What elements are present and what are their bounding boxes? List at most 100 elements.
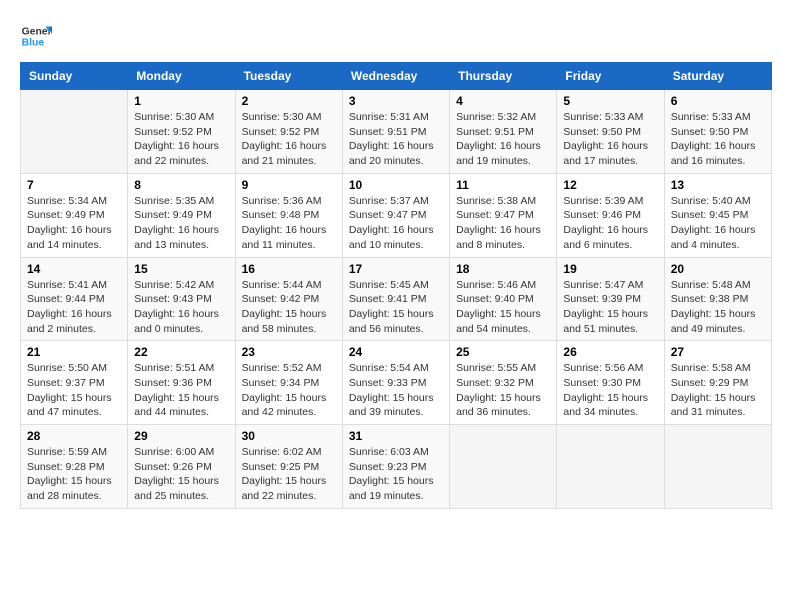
calendar-cell: 29 Sunrise: 6:00 AM Sunset: 9:26 PM Dayli…	[128, 425, 235, 509]
calendar-cell	[557, 425, 664, 509]
day-number: 28	[27, 429, 121, 443]
day-number: 4	[456, 94, 550, 108]
day-number: 12	[563, 178, 657, 192]
calendar-week-5: 28 Sunrise: 5:59 AM Sunset: 9:28 PM Dayli…	[21, 425, 772, 509]
calendar-cell	[450, 425, 557, 509]
day-info: Sunrise: 5:41 AM Sunset: 9:44 PM Dayligh…	[27, 278, 121, 337]
day-number: 1	[134, 94, 228, 108]
calendar-cell: 10 Sunrise: 5:37 AM Sunset: 9:47 PM Dayli…	[342, 173, 449, 257]
day-number: 30	[242, 429, 336, 443]
calendar-cell: 24 Sunrise: 5:54 AM Sunset: 9:33 PM Dayli…	[342, 341, 449, 425]
day-info: Sunrise: 5:56 AM Sunset: 9:30 PM Dayligh…	[563, 361, 657, 420]
day-number: 5	[563, 94, 657, 108]
day-number: 13	[671, 178, 765, 192]
calendar-week-4: 21Sunrise: 5:50 AM Sunset: 9:37 PM Dayli…	[21, 341, 772, 425]
calendar-cell: 23 Sunrise: 5:52 AM Sunset: 9:34 PM Dayli…	[235, 341, 342, 425]
day-info: Sunrise: 5:34 AM Sunset: 9:49 PM Dayligh…	[27, 194, 121, 253]
day-info: Sunrise: 5:35 AM Sunset: 9:49 PM Dayligh…	[134, 194, 228, 253]
day-info: Sunrise: 5:31 AM Sunset: 9:51 PM Dayligh…	[349, 110, 443, 169]
day-number: 3	[349, 94, 443, 108]
calendar-cell: 3 Sunrise: 5:31 AM Sunset: 9:51 PM Daylig…	[342, 90, 449, 174]
calendar-cell: 26Sunrise: 5:56 AM Sunset: 9:30 PM Dayli…	[557, 341, 664, 425]
calendar-cell: 15Sunrise: 5:42 AM Sunset: 9:43 PM Dayli…	[128, 257, 235, 341]
day-info: Sunrise: 5:32 AM Sunset: 9:51 PM Dayligh…	[456, 110, 550, 169]
day-number: 8	[134, 178, 228, 192]
calendar-week-1: 1 Sunrise: 5:30 AM Sunset: 9:52 PM Daylig…	[21, 90, 772, 174]
calendar-cell: 16 Sunrise: 5:44 AM Sunset: 9:42 PM Dayli…	[235, 257, 342, 341]
calendar-cell: 27Sunrise: 5:58 AM Sunset: 9:29 PM Dayli…	[664, 341, 771, 425]
calendar-cell	[21, 90, 128, 174]
calendar-cell: 2Sunrise: 5:30 AM Sunset: 9:52 PM Daylig…	[235, 90, 342, 174]
weekday-header-row: SundayMondayTuesdayWednesdayThursdayFrid…	[21, 63, 772, 90]
page-header: General Blue	[20, 20, 772, 52]
day-info: Sunrise: 6:02 AM Sunset: 9:25 PM Dayligh…	[242, 445, 336, 504]
calendar-cell: 5 Sunrise: 5:33 AM Sunset: 9:50 PM Daylig…	[557, 90, 664, 174]
day-info: Sunrise: 5:51 AM Sunset: 9:36 PM Dayligh…	[134, 361, 228, 420]
weekday-header-tuesday: Tuesday	[235, 63, 342, 90]
day-number: 23	[242, 345, 336, 359]
weekday-header-sunday: Sunday	[21, 63, 128, 90]
day-info: Sunrise: 5:39 AM Sunset: 9:46 PM Dayligh…	[563, 194, 657, 253]
day-info: Sunrise: 5:52 AM Sunset: 9:34 PM Dayligh…	[242, 361, 336, 420]
day-number: 2	[242, 94, 336, 108]
svg-text:Blue: Blue	[22, 38, 45, 49]
day-number: 16	[242, 262, 336, 276]
calendar-cell: 14 Sunrise: 5:41 AM Sunset: 9:44 PM Dayli…	[21, 257, 128, 341]
calendar-week-2: 7 Sunrise: 5:34 AM Sunset: 9:49 PM Daylig…	[21, 173, 772, 257]
calendar-cell: 4 Sunrise: 5:32 AM Sunset: 9:51 PM Daylig…	[450, 90, 557, 174]
calendar-cell: 31Sunrise: 6:03 AM Sunset: 9:23 PM Dayli…	[342, 425, 449, 509]
day-info: Sunrise: 5:59 AM Sunset: 9:28 PM Dayligh…	[27, 445, 121, 504]
calendar-cell: 22Sunrise: 5:51 AM Sunset: 9:36 PM Dayli…	[128, 341, 235, 425]
day-info: Sunrise: 5:40 AM Sunset: 9:45 PM Dayligh…	[671, 194, 765, 253]
calendar-cell: 9 Sunrise: 5:36 AM Sunset: 9:48 PM Daylig…	[235, 173, 342, 257]
day-number: 9	[242, 178, 336, 192]
calendar-cell: 17 Sunrise: 5:45 AM Sunset: 9:41 PM Dayli…	[342, 257, 449, 341]
day-number: 29	[134, 429, 228, 443]
calendar-cell: 21Sunrise: 5:50 AM Sunset: 9:37 PM Dayli…	[21, 341, 128, 425]
day-info: Sunrise: 5:50 AM Sunset: 9:37 PM Dayligh…	[27, 361, 121, 420]
day-info: Sunrise: 6:03 AM Sunset: 9:23 PM Dayligh…	[349, 445, 443, 504]
calendar-cell: 20 Sunrise: 5:48 AM Sunset: 9:38 PM Dayli…	[664, 257, 771, 341]
calendar-header: SundayMondayTuesdayWednesdayThursdayFrid…	[21, 63, 772, 90]
day-number: 17	[349, 262, 443, 276]
day-number: 10	[349, 178, 443, 192]
calendar-table: SundayMondayTuesdayWednesdayThursdayFrid…	[20, 62, 772, 509]
weekday-header-wednesday: Wednesday	[342, 63, 449, 90]
day-number: 20	[671, 262, 765, 276]
day-info: Sunrise: 5:45 AM Sunset: 9:41 PM Dayligh…	[349, 278, 443, 337]
day-number: 7	[27, 178, 121, 192]
calendar-cell: 19 Sunrise: 5:47 AM Sunset: 9:39 PM Dayli…	[557, 257, 664, 341]
calendar-cell: 7 Sunrise: 5:34 AM Sunset: 9:49 PM Daylig…	[21, 173, 128, 257]
day-info: Sunrise: 5:47 AM Sunset: 9:39 PM Dayligh…	[563, 278, 657, 337]
day-info: Sunrise: 5:54 AM Sunset: 9:33 PM Dayligh…	[349, 361, 443, 420]
day-number: 25	[456, 345, 550, 359]
day-info: Sunrise: 6:00 AM Sunset: 9:26 PM Dayligh…	[134, 445, 228, 504]
day-info: Sunrise: 5:33 AM Sunset: 9:50 PM Dayligh…	[563, 110, 657, 169]
calendar-cell: 13 Sunrise: 5:40 AM Sunset: 9:45 PM Dayli…	[664, 173, 771, 257]
day-info: Sunrise: 5:37 AM Sunset: 9:47 PM Dayligh…	[349, 194, 443, 253]
weekday-header-thursday: Thursday	[450, 63, 557, 90]
day-number: 6	[671, 94, 765, 108]
calendar-cell: 30 Sunrise: 6:02 AM Sunset: 9:25 PM Dayli…	[235, 425, 342, 509]
day-number: 18	[456, 262, 550, 276]
weekday-header-friday: Friday	[557, 63, 664, 90]
day-number: 24	[349, 345, 443, 359]
day-info: Sunrise: 5:58 AM Sunset: 9:29 PM Dayligh…	[671, 361, 765, 420]
day-info: Sunrise: 5:36 AM Sunset: 9:48 PM Dayligh…	[242, 194, 336, 253]
day-info: Sunrise: 5:42 AM Sunset: 9:43 PM Dayligh…	[134, 278, 228, 337]
day-number: 19	[563, 262, 657, 276]
calendar-cell: 28 Sunrise: 5:59 AM Sunset: 9:28 PM Dayli…	[21, 425, 128, 509]
logo: General Blue	[20, 20, 28, 52]
weekday-header-saturday: Saturday	[664, 63, 771, 90]
day-info: Sunrise: 5:48 AM Sunset: 9:38 PM Dayligh…	[671, 278, 765, 337]
calendar-body: 1 Sunrise: 5:30 AM Sunset: 9:52 PM Daylig…	[21, 90, 772, 509]
day-info: Sunrise: 5:30 AM Sunset: 9:52 PM Dayligh…	[134, 110, 228, 169]
calendar-cell: 25Sunrise: 5:55 AM Sunset: 9:32 PM Dayli…	[450, 341, 557, 425]
calendar-cell	[664, 425, 771, 509]
day-number: 14	[27, 262, 121, 276]
calendar-cell: 6Sunrise: 5:33 AM Sunset: 9:50 PM Daylig…	[664, 90, 771, 174]
calendar-cell: 12 Sunrise: 5:39 AM Sunset: 9:46 PM Dayli…	[557, 173, 664, 257]
day-info: Sunrise: 5:46 AM Sunset: 9:40 PM Dayligh…	[456, 278, 550, 337]
day-number: 11	[456, 178, 550, 192]
day-info: Sunrise: 5:44 AM Sunset: 9:42 PM Dayligh…	[242, 278, 336, 337]
